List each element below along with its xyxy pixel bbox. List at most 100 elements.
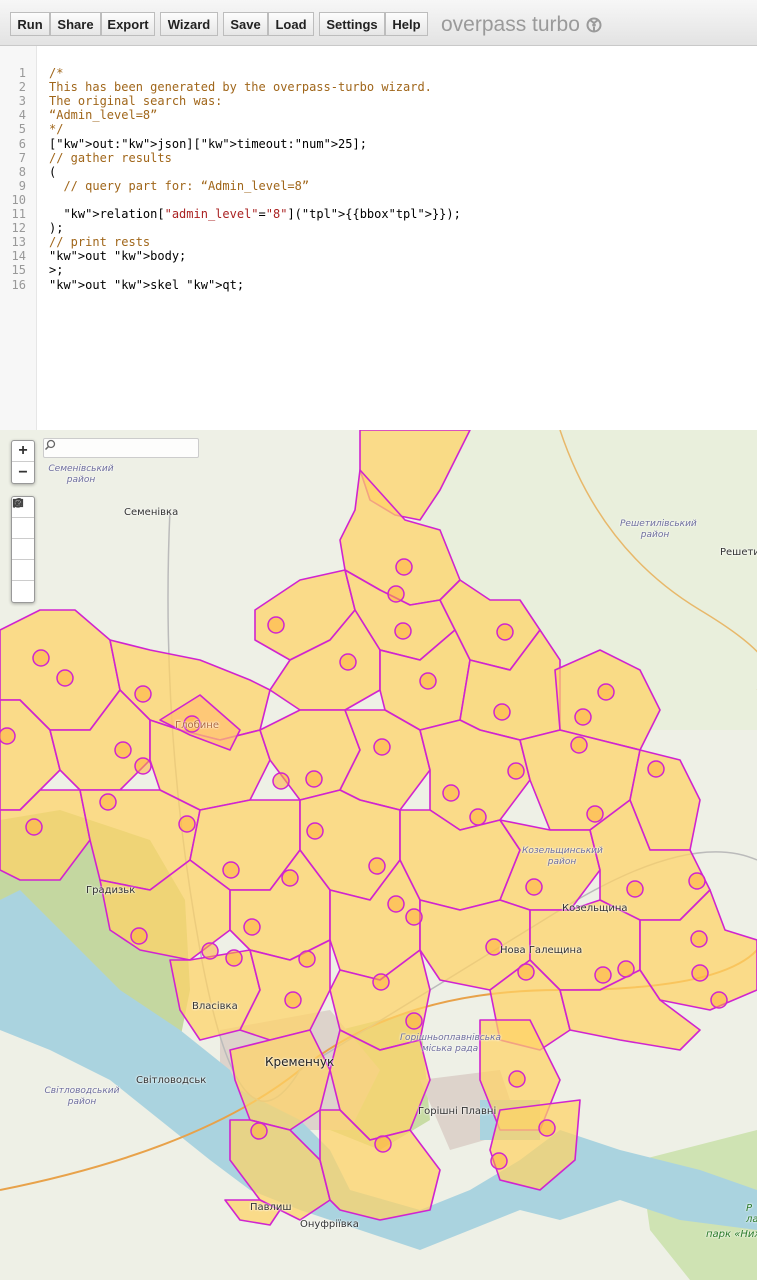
feature-marker[interactable]	[570, 736, 588, 754]
map-label-town: Нова Галещина	[500, 945, 583, 956]
feature-marker[interactable]	[368, 857, 386, 875]
map-label-district: Козельщинський район	[522, 846, 603, 867]
feature-marker[interactable]	[387, 585, 405, 603]
code-line[interactable]: // gather results	[49, 151, 172, 165]
wizard-button[interactable]: Wizard	[160, 12, 218, 36]
feature-marker[interactable]	[688, 872, 706, 890]
code-line[interactable]: This has been generated by the overpass-…	[49, 80, 432, 94]
feature-marker[interactable]	[134, 757, 152, 775]
feature-marker[interactable]	[99, 793, 117, 811]
map-label-town: Онуфріївка	[300, 1219, 359, 1230]
code-line[interactable]: The original search was:	[49, 94, 222, 108]
map-canvas[interactable]	[0, 430, 757, 1280]
search-icon[interactable]	[44, 439, 56, 451]
feature-marker[interactable]	[250, 1122, 268, 1140]
feature-marker[interactable]	[56, 669, 74, 687]
code-line[interactable]: "kw">out "kw">body;	[49, 249, 186, 263]
feature-marker[interactable]	[594, 966, 612, 984]
feature-marker[interactable]	[469, 808, 487, 826]
feature-marker[interactable]	[272, 772, 290, 790]
feature-marker[interactable]	[130, 927, 148, 945]
feature-marker[interactable]	[496, 623, 514, 641]
feature-marker[interactable]	[490, 1152, 508, 1170]
code-editor[interactable]: 1 2 3 4 5 6 7 8 9 10 11 12 13 14 15 16 /* This has been …	[0, 46, 757, 430]
feature-marker[interactable]	[305, 770, 323, 788]
code-line[interactable]: // query part for: “Admin_level=8”	[49, 179, 309, 193]
feature-marker[interactable]	[374, 1135, 392, 1153]
feature-marker[interactable]	[178, 815, 196, 833]
feature-marker[interactable]	[372, 973, 390, 991]
feature-marker[interactable]	[507, 762, 525, 780]
zoom-control: + −	[11, 440, 35, 484]
feature-marker[interactable]	[419, 672, 437, 690]
code-line[interactable]: );	[49, 221, 63, 235]
feature-marker[interactable]	[114, 741, 132, 759]
feature-marker[interactable]	[647, 760, 665, 778]
feature-marker[interactable]	[493, 703, 511, 721]
map-view[interactable]: Семенівський район Семенівка Решетилівсь…	[0, 430, 757, 1280]
feature-marker[interactable]	[710, 991, 728, 1009]
settings-button[interactable]: Settings	[319, 12, 385, 36]
feature-marker[interactable]	[201, 942, 219, 960]
code-line[interactable]: "kw">out "kw">skel "kw">qt;	[49, 278, 244, 292]
load-button[interactable]: Load	[268, 12, 314, 36]
zoom-in-button[interactable]: +	[12, 441, 34, 462]
code-line[interactable]: (	[49, 165, 56, 179]
feature-marker[interactable]	[281, 869, 299, 887]
code-line[interactable]: >;	[49, 263, 63, 277]
save-button[interactable]: Save	[223, 12, 268, 36]
feature-marker[interactable]	[387, 895, 405, 913]
feature-marker[interactable]	[508, 1070, 526, 1088]
map-search-box[interactable]	[43, 438, 199, 458]
feature-marker[interactable]	[373, 738, 391, 756]
code-line[interactable]: */	[49, 122, 63, 136]
feature-marker[interactable]	[298, 950, 316, 968]
feature-marker[interactable]	[394, 622, 412, 640]
feature-marker[interactable]	[25, 818, 43, 836]
feature-marker[interactable]	[626, 880, 644, 898]
help-button[interactable]: Help	[385, 12, 428, 36]
code-line[interactable]: // print rests	[49, 235, 150, 249]
feature-marker[interactable]	[222, 861, 240, 879]
feature-marker[interactable]	[690, 930, 708, 948]
map-search-input[interactable]	[44, 440, 182, 458]
export-button[interactable]: Export	[101, 12, 155, 36]
feature-marker[interactable]	[525, 878, 543, 896]
code-line[interactable]: “Admin_level=8”	[49, 108, 157, 122]
export-image-button[interactable]	[12, 498, 34, 560]
feature-marker[interactable]	[243, 918, 261, 936]
code-line[interactable]: "kw">relation["admin_level"="8"]("tpl">{…	[49, 207, 460, 221]
line-number: 1	[18, 66, 26, 80]
feature-marker[interactable]	[405, 908, 423, 926]
clear-data-button[interactable]	[12, 498, 34, 602]
feature-marker[interactable]	[538, 1119, 556, 1137]
feature-marker[interactable]	[442, 784, 460, 802]
feature-marker[interactable]	[405, 1012, 423, 1030]
zoom-out-button[interactable]: −	[12, 462, 34, 483]
map-label-town: Власівка	[192, 1001, 238, 1012]
feature-marker[interactable]	[32, 649, 50, 667]
run-button[interactable]: Run	[10, 12, 50, 36]
feature-marker[interactable]	[339, 653, 357, 671]
feature-marker[interactable]	[517, 963, 535, 981]
brand-title: overpass turbo	[441, 13, 580, 36]
feature-marker[interactable]	[134, 685, 152, 703]
feature-marker[interactable]	[306, 822, 324, 840]
locate-button[interactable]	[12, 498, 34, 539]
feature-marker[interactable]	[267, 616, 285, 634]
feature-marker[interactable]	[586, 805, 604, 823]
share-button[interactable]: Share	[50, 12, 101, 36]
feature-marker[interactable]	[0, 727, 16, 745]
feature-marker[interactable]	[225, 949, 243, 967]
code-line[interactable]: ["kw">out:"kw">json]["kw">timeout:"num">…	[49, 137, 367, 151]
feature-marker[interactable]	[691, 964, 709, 982]
feature-marker[interactable]	[284, 991, 302, 1009]
feature-marker[interactable]	[597, 683, 615, 701]
feature-marker[interactable]	[395, 558, 413, 576]
fullscreen-button[interactable]	[12, 499, 34, 581]
line-number: 16	[11, 277, 26, 292]
feature-marker[interactable]	[617, 960, 635, 978]
map-label-town: Градизьк	[86, 885, 136, 896]
feature-marker[interactable]	[574, 708, 592, 726]
code-line[interactable]: /*	[49, 66, 63, 80]
